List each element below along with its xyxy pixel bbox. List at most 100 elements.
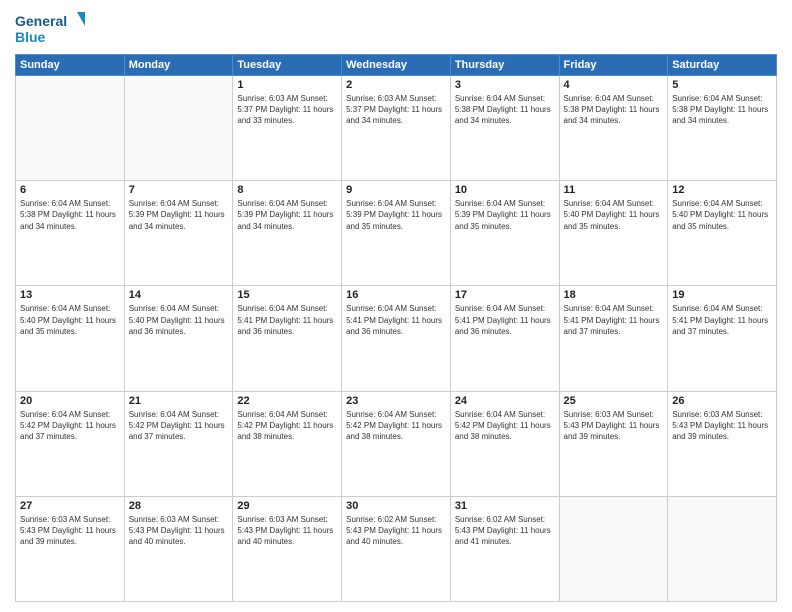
day-number: 27 (20, 500, 120, 512)
cell-info: Sunrise: 6:04 AM Sunset: 5:38 PM Dayligh… (455, 93, 555, 127)
calendar-cell: 9 Sunrise: 6:04 AM Sunset: 5:39 PM Daylig… (342, 181, 451, 286)
day-header-tuesday: Tuesday (233, 55, 342, 76)
calendar-cell: 31 Sunrise: 6:02 AM Sunset: 5:43 PM Dayli… (450, 496, 559, 601)
day-number: 19 (672, 289, 772, 301)
calendar-cell: 24 Sunrise: 6:04 AM Sunset: 5:42 PM Dayli… (450, 391, 559, 496)
calendar-cell: 5 Sunrise: 6:04 AM Sunset: 5:38 PM Daylig… (668, 76, 777, 181)
calendar-cell: 19 Sunrise: 6:04 AM Sunset: 5:41 PM Dayli… (668, 286, 777, 391)
day-number: 10 (455, 184, 555, 196)
calendar-cell (124, 76, 233, 181)
day-number: 31 (455, 500, 555, 512)
calendar-cell: 25 Sunrise: 6:03 AM Sunset: 5:43 PM Dayli… (559, 391, 668, 496)
calendar-cell: 23 Sunrise: 6:04 AM Sunset: 5:42 PM Dayli… (342, 391, 451, 496)
calendar-cell: 17 Sunrise: 6:04 AM Sunset: 5:41 PM Dayli… (450, 286, 559, 391)
cell-info: Sunrise: 6:04 AM Sunset: 5:39 PM Dayligh… (455, 198, 555, 232)
cell-info: Sunrise: 6:03 AM Sunset: 5:43 PM Dayligh… (672, 409, 772, 443)
cell-info: Sunrise: 6:04 AM Sunset: 5:42 PM Dayligh… (20, 409, 120, 443)
calendar-cell: 28 Sunrise: 6:03 AM Sunset: 5:43 PM Dayli… (124, 496, 233, 601)
logo: General Blue (15, 10, 85, 48)
calendar-cell: 15 Sunrise: 6:04 AM Sunset: 5:41 PM Dayli… (233, 286, 342, 391)
day-number: 18 (564, 289, 664, 301)
cell-info: Sunrise: 6:04 AM Sunset: 5:40 PM Dayligh… (564, 198, 664, 232)
svg-text:General: General (15, 13, 67, 29)
cell-info: Sunrise: 6:04 AM Sunset: 5:40 PM Dayligh… (672, 198, 772, 232)
calendar-cell: 29 Sunrise: 6:03 AM Sunset: 5:43 PM Dayli… (233, 496, 342, 601)
calendar-week-row: 20 Sunrise: 6:04 AM Sunset: 5:42 PM Dayli… (16, 391, 777, 496)
calendar-cell: 7 Sunrise: 6:04 AM Sunset: 5:39 PM Daylig… (124, 181, 233, 286)
day-number: 17 (455, 289, 555, 301)
calendar-cell: 18Sunrise: 6:04 AM Sunset: 5:41 PM Dayli… (559, 286, 668, 391)
calendar-cell: 4Sunrise: 6:04 AM Sunset: 5:38 PM Daylig… (559, 76, 668, 181)
day-header-monday: Monday (124, 55, 233, 76)
logo-svg: General Blue (15, 10, 85, 48)
cell-info: Sunrise: 6:04 AM Sunset: 5:39 PM Dayligh… (346, 198, 446, 232)
cell-info: Sunrise: 6:03 AM Sunset: 5:37 PM Dayligh… (237, 93, 337, 127)
day-header-sunday: Sunday (16, 55, 125, 76)
cell-info: Sunrise: 6:04 AM Sunset: 5:42 PM Dayligh… (237, 409, 337, 443)
day-number: 28 (129, 500, 229, 512)
calendar-cell: 21 Sunrise: 6:04 AM Sunset: 5:42 PM Dayli… (124, 391, 233, 496)
day-number: 15 (237, 289, 337, 301)
cell-info: Sunrise: 6:04 AM Sunset: 5:38 PM Dayligh… (672, 93, 772, 127)
day-number: 9 (346, 184, 446, 196)
calendar-table: SundayMondayTuesdayWednesdayThursdayFrid… (15, 54, 777, 602)
calendar-cell: 14Sunrise: 6:04 AM Sunset: 5:40 PM Dayli… (124, 286, 233, 391)
cell-info: Sunrise: 6:02 AM Sunset: 5:43 PM Dayligh… (346, 514, 446, 548)
day-number: 5 (672, 79, 772, 91)
day-number: 3 (455, 79, 555, 91)
calendar-cell: 2Sunrise: 6:03 AM Sunset: 5:37 PM Daylig… (342, 76, 451, 181)
calendar-cell: 11Sunrise: 6:04 AM Sunset: 5:40 PM Dayli… (559, 181, 668, 286)
calendar-cell (668, 496, 777, 601)
calendar-week-row: 6 Sunrise: 6:04 AM Sunset: 5:38 PM Daylig… (16, 181, 777, 286)
day-number: 30 (346, 500, 446, 512)
cell-info: Sunrise: 6:04 AM Sunset: 5:39 PM Dayligh… (129, 198, 229, 232)
day-number: 29 (237, 500, 337, 512)
cell-info: Sunrise: 6:04 AM Sunset: 5:41 PM Dayligh… (672, 303, 772, 337)
calendar-cell (16, 76, 125, 181)
cell-info: Sunrise: 6:03 AM Sunset: 5:43 PM Dayligh… (564, 409, 664, 443)
cell-info: Sunrise: 6:04 AM Sunset: 5:42 PM Dayligh… (129, 409, 229, 443)
calendar-cell: 10 Sunrise: 6:04 AM Sunset: 5:39 PM Dayli… (450, 181, 559, 286)
calendar-cell: 13 Sunrise: 6:04 AM Sunset: 5:40 PM Dayli… (16, 286, 125, 391)
cell-info: Sunrise: 6:04 AM Sunset: 5:42 PM Dayligh… (455, 409, 555, 443)
calendar-cell: 30 Sunrise: 6:02 AM Sunset: 5:43 PM Dayli… (342, 496, 451, 601)
day-number: 1 (237, 79, 337, 91)
day-number: 7 (129, 184, 229, 196)
calendar-cell: 27Sunrise: 6:03 AM Sunset: 5:43 PM Dayli… (16, 496, 125, 601)
calendar-cell: 3 Sunrise: 6:04 AM Sunset: 5:38 PM Daylig… (450, 76, 559, 181)
cell-info: Sunrise: 6:04 AM Sunset: 5:38 PM Dayligh… (20, 198, 120, 232)
day-number: 25 (564, 395, 664, 407)
calendar-cell: 20 Sunrise: 6:04 AM Sunset: 5:42 PM Dayli… (16, 391, 125, 496)
day-number: 20 (20, 395, 120, 407)
page: General Blue SundayMondayTuesdayWednesda… (0, 0, 792, 612)
cell-info: Sunrise: 6:04 AM Sunset: 5:39 PM Dayligh… (237, 198, 337, 232)
calendar-cell: 12 Sunrise: 6:04 AM Sunset: 5:40 PM Dayli… (668, 181, 777, 286)
day-number: 26 (672, 395, 772, 407)
calendar-header-row: SundayMondayTuesdayWednesdayThursdayFrid… (16, 55, 777, 76)
cell-info: Sunrise: 6:03 AM Sunset: 5:37 PM Dayligh… (346, 93, 446, 127)
day-header-wednesday: Wednesday (342, 55, 451, 76)
day-number: 24 (455, 395, 555, 407)
calendar-cell: 6 Sunrise: 6:04 AM Sunset: 5:38 PM Daylig… (16, 181, 125, 286)
day-number: 12 (672, 184, 772, 196)
calendar-cell (559, 496, 668, 601)
day-number: 14 (129, 289, 229, 301)
calendar-cell: 16Sunrise: 6:04 AM Sunset: 5:41 PM Dayli… (342, 286, 451, 391)
day-number: 23 (346, 395, 446, 407)
calendar-week-row: 27 Sunrise: 6:03 AM Sunset: 5:43 PM Dayli… (16, 496, 777, 601)
cell-info: Sunrise: 6:02 AM Sunset: 5:43 PM Dayligh… (455, 514, 555, 548)
day-number: 13 (20, 289, 120, 301)
cell-info: Sunrise: 6:03 AM Sunset: 5:43 PM Dayligh… (237, 514, 337, 548)
day-number: 6 (20, 184, 120, 196)
calendar-week-row: 13 Sunrise: 6:04 AM Sunset: 5:40 PM Dayli… (16, 286, 777, 391)
day-number: 4 (564, 79, 664, 91)
cell-info: Sunrise: 6:04 AM Sunset: 5:41 PM Dayligh… (237, 303, 337, 337)
day-number: 21 (129, 395, 229, 407)
cell-info: Sunrise: 6:04 AM Sunset: 5:41 PM Dayligh… (455, 303, 555, 337)
cell-info: Sunrise: 6:04 AM Sunset: 5:40 PM Dayligh… (20, 303, 120, 337)
cell-info: Sunrise: 6:03 AM Sunset: 5:43 PM Dayligh… (129, 514, 229, 548)
calendar-cell: 1 Sunrise: 6:03 AM Sunset: 5:37 PM Daylig… (233, 76, 342, 181)
calendar-cell: 8Sunrise: 6:04 AM Sunset: 5:39 PM Daylig… (233, 181, 342, 286)
calendar-cell: 22Sunrise: 6:04 AM Sunset: 5:42 PM Dayli… (233, 391, 342, 496)
cell-info: Sunrise: 6:04 AM Sunset: 5:42 PM Dayligh… (346, 409, 446, 443)
